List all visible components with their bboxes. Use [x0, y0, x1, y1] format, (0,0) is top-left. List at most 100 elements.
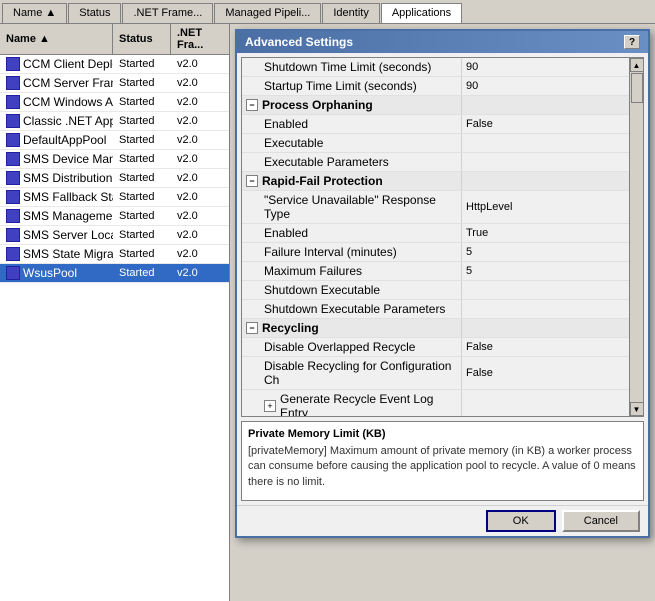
settings-row[interactable]: Executable Parameters	[242, 153, 629, 172]
cell-net: v2.0	[171, 94, 229, 110]
advanced-settings-dialog: Advanced Settings ? Shutdown Time Limit …	[235, 29, 650, 538]
settings-value-cell: False	[462, 338, 629, 356]
settings-name-cell: −Rapid-Fail Protection	[242, 172, 462, 190]
settings-name-cell: Disable Overlapped Recycle	[242, 338, 462, 356]
table-row[interactable]: SMS Fallback Stat...Startedv2.0	[0, 188, 229, 207]
settings-value-cell	[462, 96, 629, 114]
settings-section[interactable]: −Rapid-Fail Protection	[242, 172, 629, 191]
table-row[interactable]: CCM Client Deplo...Startedv2.0	[0, 55, 229, 74]
cell-name: SMS State Migrati...	[0, 245, 113, 263]
table-row[interactable]: SMS State Migrati...Startedv2.0	[0, 245, 229, 264]
dialog-help-button[interactable]: ?	[624, 35, 640, 49]
table-body: CCM Client Deplo...Startedv2.0CCM Server…	[0, 55, 229, 601]
settings-row[interactable]: Startup Time Limit (seconds)90	[242, 77, 629, 96]
settings-name-cell: Enabled	[242, 224, 462, 242]
tab-net-framework[interactable]: .NET Frame...	[122, 3, 213, 23]
cell-net: v2.0	[171, 56, 229, 72]
column-header-name[interactable]: Name ▲	[0, 24, 113, 54]
settings-row[interactable]: Shutdown Executable	[242, 281, 629, 300]
row-icon	[6, 133, 20, 147]
table-row[interactable]: CCM Server Fram...Startedv2.0	[0, 74, 229, 93]
tab-bar: Name ▲ Status .NET Frame... Managed Pipe…	[0, 0, 655, 24]
dialog-body: Shutdown Time Limit (seconds)90Startup T…	[237, 53, 648, 505]
cell-name: SMS Managemen...	[0, 207, 113, 225]
cancel-button[interactable]: Cancel	[562, 510, 640, 532]
table-row[interactable]: SMS Managemen...Startedv2.0	[0, 207, 229, 226]
settings-table-wrapper: Shutdown Time Limit (seconds)90Startup T…	[241, 57, 644, 417]
settings-row[interactable]: Disable Recycling for Configuration ChFa…	[242, 357, 629, 390]
settings-name-cell: Shutdown Executable Parameters	[242, 300, 462, 318]
cell-name: Classic .NET App...	[0, 112, 113, 130]
settings-name-cell: Failure Interval (minutes)	[242, 243, 462, 261]
settings-row[interactable]: "Service Unavailable" Response TypeHttpL…	[242, 191, 629, 224]
scrollbar-track: ▲ ▼	[629, 58, 643, 416]
table-header: Name ▲ Status .NET Fra...	[0, 24, 229, 55]
row-icon	[6, 152, 20, 166]
scrollbar-down-button[interactable]: ▼	[630, 402, 644, 416]
settings-value-cell	[462, 300, 629, 318]
settings-value-cell: HttpLevel	[462, 191, 629, 223]
table-row[interactable]: CCM Windows Au...Startedv2.0	[0, 93, 229, 112]
ok-button[interactable]: OK	[486, 510, 556, 532]
cell-name: CCM Windows Au...	[0, 93, 113, 111]
settings-value-cell	[462, 153, 629, 171]
cell-name: DefaultAppPool	[0, 131, 113, 149]
settings-row[interactable]: Shutdown Time Limit (seconds)90	[242, 58, 629, 77]
expand-icon[interactable]: +	[264, 400, 276, 412]
cell-net: v2.0	[171, 246, 229, 262]
settings-name-cell: Disable Recycling for Configuration Ch	[242, 357, 462, 389]
cell-status: Started	[113, 227, 171, 243]
column-header-status[interactable]: Status	[113, 24, 171, 54]
cell-net: v2.0	[171, 227, 229, 243]
table-row[interactable]: Classic .NET App...Startedv2.0	[0, 112, 229, 131]
cell-net: v2.0	[171, 75, 229, 91]
settings-row[interactable]: Maximum Failures5	[242, 262, 629, 281]
row-icon	[6, 209, 20, 223]
table-row[interactable]: SMS Distribution ...Startedv2.0	[0, 169, 229, 188]
settings-row[interactable]: +Generate Recycle Event Log Entry	[242, 390, 629, 416]
scrollbar-up-button[interactable]: ▲	[630, 58, 644, 72]
settings-row[interactable]: Disable Overlapped RecycleFalse	[242, 338, 629, 357]
section-collapse-icon[interactable]: −	[246, 322, 258, 334]
cell-status: Started	[113, 189, 171, 205]
table-row[interactable]: WsusPoolStartedv2.0	[0, 264, 229, 283]
settings-row[interactable]: Shutdown Executable Parameters	[242, 300, 629, 319]
table-row[interactable]: SMS Server Locati...Startedv2.0	[0, 226, 229, 245]
table-row[interactable]: SMS Device Mana...Startedv2.0	[0, 150, 229, 169]
cell-status: Started	[113, 113, 171, 129]
settings-value-cell: 90	[462, 77, 629, 95]
settings-row[interactable]: Failure Interval (minutes)5	[242, 243, 629, 262]
section-collapse-icon[interactable]: −	[246, 99, 258, 111]
settings-section[interactable]: −Recycling	[242, 319, 629, 338]
settings-row[interactable]: Executable	[242, 134, 629, 153]
settings-name-cell: Shutdown Time Limit (seconds)	[242, 58, 462, 76]
cell-net: v2.0	[171, 151, 229, 167]
cell-name: SMS Server Locati...	[0, 226, 113, 244]
settings-name-cell: Startup Time Limit (seconds)	[242, 77, 462, 95]
table-row[interactable]: DefaultAppPoolStartedv2.0	[0, 131, 229, 150]
scrollbar-area	[630, 72, 643, 402]
settings-name-cell: Executable	[242, 134, 462, 152]
column-header-net[interactable]: .NET Fra...	[171, 24, 229, 54]
tab-managed-pipeline[interactable]: Managed Pipeli...	[214, 3, 321, 23]
settings-section[interactable]: −Process Orphaning	[242, 96, 629, 115]
settings-value-cell: False	[462, 357, 629, 389]
row-icon	[6, 247, 20, 261]
cell-status: Started	[113, 75, 171, 91]
tab-applications[interactable]: Applications	[381, 3, 462, 23]
cell-status: Started	[113, 246, 171, 262]
dialog-title-bar: Advanced Settings ?	[237, 31, 648, 53]
cell-status: Started	[113, 132, 171, 148]
settings-value-cell: 5	[462, 262, 629, 280]
scrollbar-thumb[interactable]	[631, 73, 643, 103]
settings-row[interactable]: EnabledTrue	[242, 224, 629, 243]
settings-value-cell: 90	[462, 58, 629, 76]
tab-status[interactable]: Status	[68, 3, 121, 23]
settings-row[interactable]: EnabledFalse	[242, 115, 629, 134]
section-collapse-icon[interactable]: −	[246, 175, 258, 187]
tab-identity[interactable]: Identity	[322, 3, 379, 23]
settings-value-cell	[462, 172, 629, 190]
settings-table-inner[interactable]: Shutdown Time Limit (seconds)90Startup T…	[242, 58, 629, 416]
tab-name[interactable]: Name ▲	[2, 3, 67, 23]
settings-name-cell: Enabled	[242, 115, 462, 133]
